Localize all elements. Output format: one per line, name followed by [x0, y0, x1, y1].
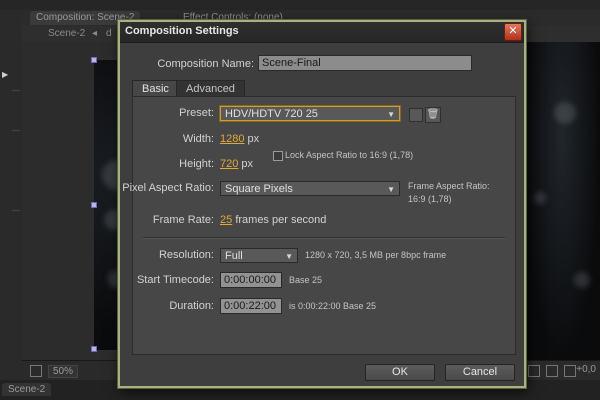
frame-rate-value[interactable]: 25: [220, 214, 232, 226]
tab-timeline-scene[interactable]: Scene-2: [2, 383, 52, 396]
bokeh-light: [554, 102, 576, 124]
bokeh-light: [534, 192, 546, 204]
basic-tab-panel: Preset: HDV/HDTV 720 25 ▼ 🗑 Width: 1280 …: [122, 96, 516, 355]
tab-advanced[interactable]: Advanced: [176, 80, 245, 97]
snapshot-icon[interactable]: [546, 365, 558, 377]
starfield-backdrop: [524, 42, 600, 360]
layer-handle[interactable]: [91, 346, 97, 352]
dialog-titlebar[interactable]: Composition Settings ✕: [120, 22, 524, 43]
composition-name-label: Composition Name:: [157, 58, 254, 70]
bokeh-light: [574, 272, 590, 288]
tab-advanced-label: Advanced: [186, 83, 235, 95]
start-timecode-base: Base 25: [289, 275, 323, 285]
layer-handle[interactable]: [91, 202, 97, 208]
magnification-dropdown[interactable]: 50%: [48, 365, 79, 378]
duration-input[interactable]: [220, 298, 282, 314]
trash-icon[interactable]: 🗑: [425, 107, 441, 123]
composition-settings-dialog: Composition Settings ✕ Composition Name:…: [118, 20, 526, 388]
frame-rate-unit: frames per second: [235, 214, 327, 226]
resolution-label: Resolution:: [158, 249, 214, 261]
breadcrumb-arrow-icon: ◂: [92, 28, 98, 39]
height-label: Height:: [179, 158, 214, 170]
close-button[interactable]: ✕: [504, 23, 522, 41]
panel-tick: [12, 130, 20, 131]
width-unit: px: [247, 133, 260, 145]
panel-expand-arrow-icon[interactable]: ▶: [2, 70, 8, 79]
composition-name-input[interactable]: [258, 55, 472, 71]
always-preview-icon[interactable]: [30, 365, 42, 377]
frame-aspect-value: 16:9 (1,78): [408, 194, 452, 204]
start-timecode-input[interactable]: [220, 272, 282, 288]
layer-handle[interactable]: [91, 57, 97, 63]
pixel-aspect-value: Square Pixels: [225, 183, 293, 195]
frame-aspect-label: Frame Aspect Ratio:: [408, 181, 490, 191]
lock-aspect-label: Lock Aspect Ratio to 16:9 (1,78): [285, 150, 414, 160]
height-value[interactable]: 720: [220, 158, 238, 170]
start-timecode-label: Start Timecode:: [136, 274, 214, 286]
close-icon: ✕: [508, 25, 518, 37]
caret-down-icon: ▼: [387, 185, 395, 194]
width-label: Width:: [182, 133, 214, 145]
dialog-title: Composition Settings: [125, 25, 239, 37]
panel-tick: [12, 210, 20, 211]
caret-down-icon: ▼: [387, 110, 395, 119]
cancel-button-label: Cancel: [462, 366, 498, 378]
pixel-aspect-dropdown[interactable]: Square Pixels ▼: [220, 181, 400, 196]
save-preset-icon[interactable]: [409, 108, 423, 122]
preset-dropdown[interactable]: HDV/HDTV 720 25 ▼: [220, 106, 400, 121]
ok-button-label: OK: [392, 366, 408, 378]
duration-info: is 0:00:22:00 Base 25: [289, 301, 377, 311]
resolution-dropdown[interactable]: Full ▼: [220, 248, 298, 263]
height-field: 720 px: [220, 158, 253, 170]
height-unit: px: [241, 158, 254, 170]
breadcrumb-next[interactable]: d: [106, 28, 112, 39]
channel-icon[interactable]: [564, 365, 576, 377]
tab-basic-label: Basic: [142, 83, 169, 95]
width-value[interactable]: 1280: [220, 133, 244, 145]
preset-label: Preset:: [179, 107, 214, 119]
lock-aspect-checkbox[interactable]: [273, 151, 283, 161]
tab-basic[interactable]: Basic: [132, 80, 179, 97]
cancel-button[interactable]: Cancel: [445, 364, 515, 381]
width-field: 1280 px: [220, 133, 259, 145]
pixel-aspect-label: Pixel Aspect Ratio:: [122, 182, 214, 194]
ok-button[interactable]: OK: [365, 364, 435, 381]
exposure-value[interactable]: +0,0: [576, 364, 596, 375]
preset-value: HDV/HDTV 720 25: [225, 108, 318, 120]
frame-rate-field: 25 frames per second: [220, 214, 326, 226]
frame-rate-label: Frame Rate:: [152, 214, 214, 226]
app-top-bar: [0, 0, 600, 10]
project-panel-strip: ▶: [0, 10, 23, 400]
panel-tick: [12, 90, 20, 91]
resolution-info: 1280 x 720, 3,5 MB per 8bpc frame: [305, 250, 447, 260]
section-divider: [143, 237, 505, 239]
duration-label: Duration:: [169, 300, 214, 312]
resolution-value: Full: [225, 250, 243, 262]
caret-down-icon: ▼: [285, 252, 293, 261]
breadcrumb-scene[interactable]: Scene-2: [48, 28, 85, 39]
grid-icon[interactable]: [528, 365, 540, 377]
